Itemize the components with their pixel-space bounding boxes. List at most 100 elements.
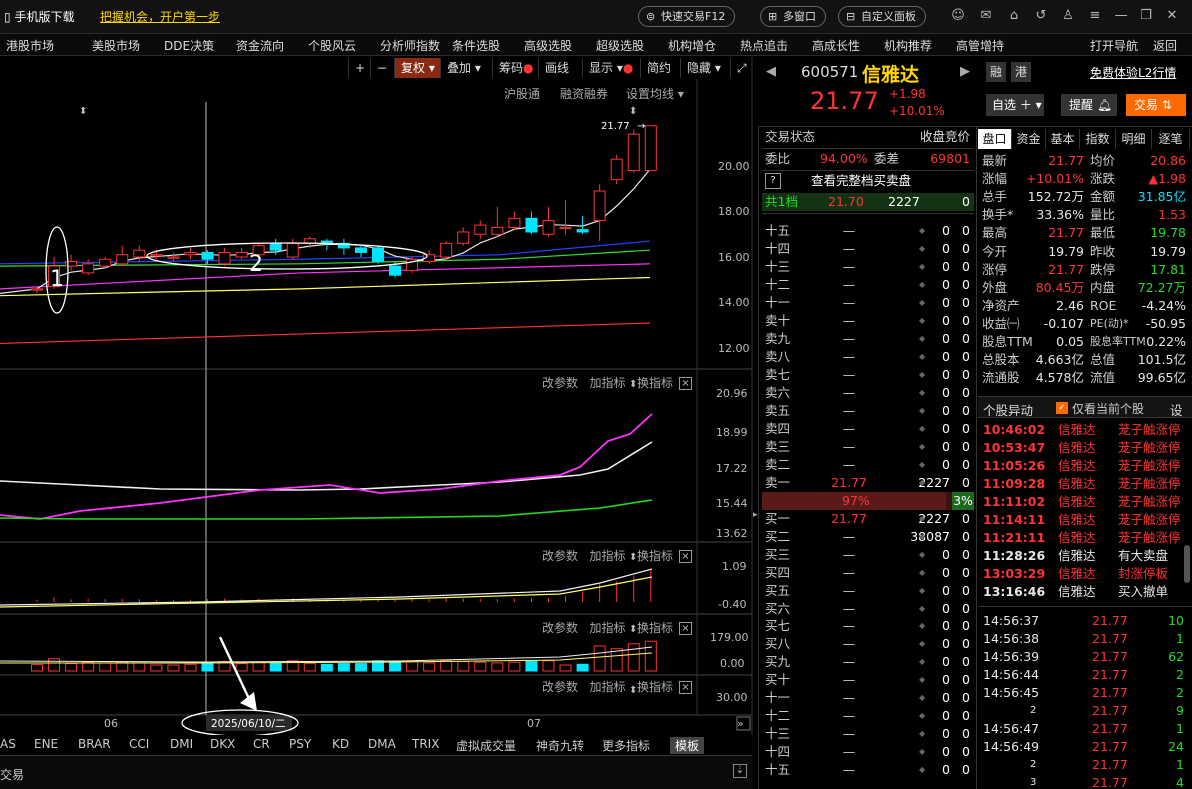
tab-detail[interactable]: 明细 (1116, 129, 1152, 149)
trade-button[interactable]: 交易 ⇅ (1126, 94, 1186, 116)
next-stock-icon[interactable]: ▶ (960, 64, 970, 79)
full-depth-row[interactable]: ? 查看完整档买卖盘 (762, 172, 974, 190)
order-level-row[interactable]: 卖二 —0 ◆ 0 (762, 456, 974, 474)
order-level-row[interactable]: 十五 —0 ◆ 0 (762, 761, 974, 779)
event-row[interactable]: 11:11:02 信雅达 茏子触涨停 (980, 493, 1188, 511)
indicator-tab[interactable]: CR (253, 737, 270, 751)
order-level-row[interactable]: 十二 —0 ◆ 0 (762, 276, 974, 294)
order-level-row[interactable]: 卖七 —0 ◆ 0 (762, 366, 974, 384)
order-level-row[interactable]: 卖五 —0 ◆ 0 (762, 402, 974, 420)
order-level-row[interactable]: 卖四 —0 ◆ 0 (762, 420, 974, 438)
indicator-tab[interactable]: ENE (34, 737, 58, 751)
order-level-row[interactable]: 十二 —0 ◆ 0 (762, 707, 974, 725)
menu-item[interactable]: 分析师指数 (380, 37, 440, 54)
event-row[interactable]: 13:16:46 信雅达 买入撤单 (980, 583, 1188, 601)
menu-item[interactable]: 热点追击 (740, 37, 788, 54)
indicator-tab[interactable]: BRAR (78, 737, 111, 751)
restore-icon[interactable]: ❐ (1138, 8, 1154, 24)
menu-item[interactable]: 超级选股 (596, 37, 644, 54)
order-level-row[interactable]: 十一 —0 ◆ 0 (762, 294, 974, 312)
order-level-row[interactable]: 买三 —0 ◆ 0 (762, 546, 974, 564)
indicator-tab[interactable]: DMA (368, 737, 396, 751)
order-level-row[interactable]: 买八 —0 ◆ 0 (762, 635, 974, 653)
back-link[interactable]: 返回 (1153, 37, 1177, 54)
kline-chart[interactable]: ⬍ ⬍ ⬍ ⬍ ⬍ ⬍ 20.00 18.00 16.00 14.00 12.0… (0, 57, 756, 735)
events-setting-button[interactable]: 设 (1170, 400, 1183, 419)
menu-item[interactable]: 高级选股 (524, 37, 572, 54)
tab-funds[interactable]: 资金 (1012, 129, 1046, 149)
order-level-row[interactable]: 十一 —0 ◆ 0 (762, 689, 974, 707)
tab-basic[interactable]: 基本 (1046, 129, 1080, 149)
menu-item[interactable]: 高成长性 (812, 37, 860, 54)
order-level-row[interactable]: 买十 —0 ◆ 0 (762, 671, 974, 689)
scroll-right-icon[interactable]: » (737, 717, 744, 730)
open-nav-link[interactable]: 打开导航 (1090, 37, 1138, 54)
order-level-row[interactable]: 卖八 —0 ◆ 0 (762, 348, 974, 366)
only-current-checkbox[interactable]: ✓ (1056, 402, 1068, 414)
indicator-tab[interactable]: DMI (170, 737, 193, 751)
rong-badge[interactable]: 融 (986, 62, 1006, 82)
order-level-row[interactable]: 卖十 —0 ◆ 0 (762, 312, 974, 330)
back-icon[interactable]: ↺ (1033, 8, 1049, 24)
order-level-row[interactable]: 买九 —0 ◆ 0 (762, 653, 974, 671)
minimize-icon[interactable]: — (1113, 8, 1129, 24)
order-level-row[interactable]: 买五 —0 ◆ 0 (762, 582, 974, 600)
events-scrollbar[interactable] (1184, 545, 1190, 583)
order-level-row[interactable]: 卖一 21.77 2227 ◆ 0 (762, 474, 974, 492)
indicator-tab[interactable]: KD (332, 737, 349, 751)
indicator-tab[interactable]: TRIX (412, 737, 439, 751)
gang-badge[interactable]: 港 (1011, 62, 1031, 82)
menu-item[interactable]: 高管增持 (956, 37, 1004, 54)
close-icon[interactable]: ✕ (1164, 8, 1180, 24)
menu-item[interactable]: 机构推荐 (884, 37, 932, 54)
indicator-tab[interactable]: CCI (129, 737, 149, 751)
order-level-row[interactable]: 买一 21.77 2227 ◆ 0 (762, 510, 974, 528)
menu-item[interactable]: 条件选股 (452, 37, 500, 54)
home-icon[interactable]: ⌂ (1006, 8, 1022, 24)
tab-index[interactable]: 指数 (1080, 129, 1116, 149)
indicator-tab[interactable]: DKX (210, 737, 235, 751)
order-level-row[interactable]: 卖三 —0 ◆ 0 (762, 438, 974, 456)
indicator-tab[interactable]: 神奇九转 (536, 737, 584, 754)
indicator-tab[interactable]: 更多指标 (602, 737, 650, 754)
add-watchlist-button[interactable]: 自选 ＋ ▾ (986, 94, 1044, 116)
order-level-row[interactable]: 十四 —0 ◆ 0 (762, 743, 974, 761)
event-row[interactable]: 10:53:47 信雅达 茏子触涨停 (980, 439, 1188, 457)
order-level-row[interactable]: 卖九 —0 ◆ 0 (762, 330, 974, 348)
menu-item[interactable]: DDE决策 (164, 37, 214, 54)
order-level-row[interactable]: 十三 —0 ◆ 0 (762, 258, 974, 276)
order-level-row[interactable]: 卖六 —0 ◆ 0 (762, 384, 974, 402)
mail-icon[interactable]: ✉ (978, 8, 994, 24)
multi-window-button[interactable]: ⊞ 多窗口 (760, 6, 826, 27)
order-level-row[interactable]: 买七 —0 ◆ 0 (762, 617, 974, 635)
event-row[interactable]: 11:14:11 信雅达 茏子触涨停 (980, 511, 1188, 529)
tab-tick[interactable]: 逐笔 (1152, 129, 1190, 149)
l2-trial-link[interactable]: 免费体验L2行情 (1090, 64, 1176, 81)
user-icon[interactable]: ☺ (950, 8, 966, 24)
event-row[interactable]: 10:46:02 信雅达 茏子触涨停 (980, 421, 1188, 439)
order-level-row[interactable]: 买四 —0 ◆ 0 (762, 564, 974, 582)
event-row[interactable]: 11:28:26 信雅达 有大卖盘 (980, 547, 1188, 565)
template-tab[interactable]: 模板 (670, 737, 705, 754)
order-level-row[interactable]: 十五 —0 ◆ 0 (762, 222, 974, 240)
indicator-tab[interactable]: AS (0, 737, 16, 751)
full-depth-link[interactable]: 查看完整档买卖盘 (811, 172, 911, 190)
menu-icon[interactable]: ≡ (1087, 8, 1103, 24)
mobile-download-link[interactable]: ▯ 手机版下载 (4, 8, 74, 25)
event-row[interactable]: 13:03:29 信雅达 封涨停板 (980, 565, 1188, 583)
trade-tab[interactable]: 交易 (0, 766, 24, 783)
menu-item[interactable]: 资金流向 (236, 37, 284, 54)
event-row[interactable]: 11:21:11 信雅达 茏子触涨停 (980, 529, 1188, 547)
order-level-row[interactable]: 买二 —38087 ◆ 0 (762, 528, 974, 546)
menu-item[interactable]: 美股市场 (92, 37, 140, 54)
quick-trade-button[interactable]: ⊜ 快速交易F12 (638, 6, 736, 27)
custom-panel-button[interactable]: ⊟ 自定义面板 (838, 6, 926, 27)
expand-icon[interactable]: ⇣ (733, 764, 747, 778)
event-row[interactable]: 11:09:28 信雅达 茏子触涨停 (980, 475, 1188, 493)
indicator-tab[interactable]: 虚拟成交量 (456, 737, 516, 754)
tab-pankou[interactable]: 盘口 (978, 129, 1012, 149)
skin-icon[interactable]: ♙ (1060, 8, 1076, 24)
menu-item[interactable]: 机构增仓 (668, 37, 716, 54)
menu-item[interactable]: 港股市场 (6, 37, 54, 54)
alert-button[interactable]: 提醒 🔔︎ (1061, 94, 1117, 116)
